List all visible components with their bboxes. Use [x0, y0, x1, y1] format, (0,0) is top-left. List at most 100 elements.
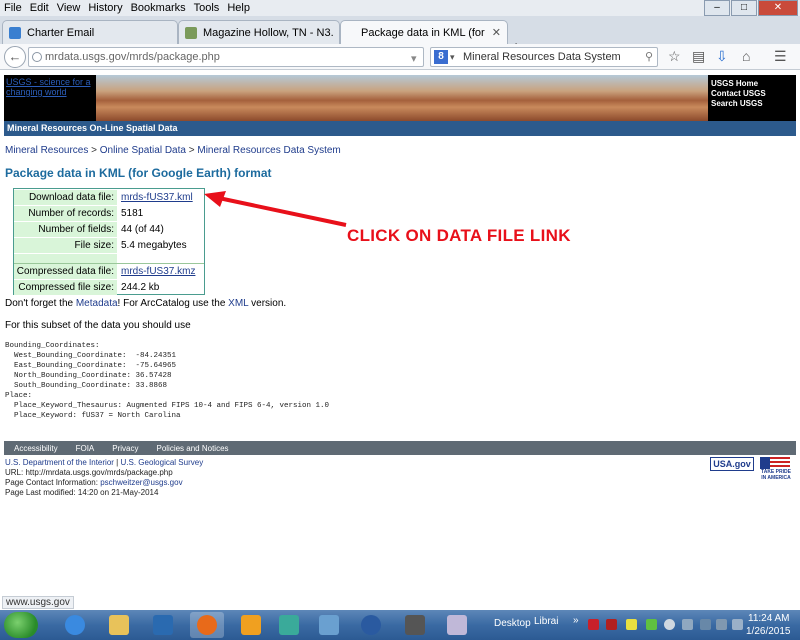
app-tray-icon[interactable] [646, 619, 657, 630]
footer-foia-link[interactable]: FOIA [76, 444, 95, 453]
back-arrow-icon[interactable]: ← [4, 46, 26, 68]
antivirus-tray-icon[interactable] [606, 619, 617, 630]
footer-policies-link[interactable]: Policies and Notices [156, 444, 228, 453]
footer-privacy-link[interactable]: Privacy [112, 444, 138, 453]
dropdown-arrow-icon[interactable]: ▾ [411, 50, 417, 68]
start-button-icon[interactable] [4, 612, 38, 638]
toolbar-chevron-icon[interactable]: » [573, 615, 579, 626]
window-controls: – □ ✕ [704, 0, 798, 16]
display-tray-icon[interactable] [700, 619, 711, 630]
callout-arrow [204, 191, 347, 227]
tab-charter-email[interactable]: Charter Email [2, 20, 178, 44]
contact-email-link[interactable]: pschweitzer@usgs.gov [100, 478, 182, 487]
footer-contact-line: Page Contact Information: pschweitzer@us… [5, 478, 203, 488]
update-tray-icon[interactable] [664, 619, 675, 630]
search-text: Mineral Resources Data System [463, 51, 621, 63]
network-tray-icon[interactable] [626, 619, 637, 630]
compressed-label: Compressed data file: [14, 264, 117, 279]
take-pride-text: TAKE PRIDE IN AMERICA [761, 469, 791, 481]
camera-glyph-icon [405, 615, 425, 635]
usagov-logo[interactable]: USA.gov [710, 457, 754, 471]
doi-link[interactable]: U.S. Department of the Interior [5, 458, 114, 467]
download-icon[interactable]: ⇩ [716, 48, 728, 65]
shield-tray-icon[interactable] [588, 619, 599, 630]
menu-bookmarks[interactable]: Bookmarks [127, 2, 190, 14]
navigation-bar: ← mrdata.usgs.gov/mrds/package.php ▾ ↻ 8… [0, 44, 800, 70]
outlook-taskbar-icon[interactable] [234, 612, 268, 638]
footer-separator: | [116, 458, 119, 467]
media-player-taskbar-icon[interactable] [146, 612, 180, 638]
minimize-icon[interactable]: – [704, 0, 730, 16]
ie-taskbar-icon[interactable] [58, 612, 92, 638]
menu-hamburger-icon[interactable]: ☰ [774, 48, 787, 65]
footer-accessibility-link[interactable]: Accessibility [14, 444, 58, 453]
fields-value: 44 (of 44) [121, 224, 164, 235]
google-earth-taskbar-icon[interactable] [354, 612, 388, 638]
mail-favicon-icon [9, 26, 21, 39]
outlook-glyph-icon [241, 615, 261, 635]
breadcrumb-mrds[interactable]: Mineral Resources Data System [197, 145, 340, 156]
close-icon[interactable]: ✕ [758, 0, 798, 16]
folder-glyph-icon [109, 615, 129, 635]
paint-taskbar-icon[interactable] [440, 612, 474, 638]
contact-usgs-link[interactable]: Contact USGS [711, 89, 793, 99]
usgs-link[interactable]: U.S. Geological Survey [120, 458, 203, 467]
camera-taskbar-icon[interactable] [398, 612, 432, 638]
magnifier-icon[interactable]: ⚲ [645, 48, 653, 66]
spacer-row [14, 254, 204, 263]
explorer-taskbar-icon[interactable] [102, 612, 136, 638]
xml-link[interactable]: XML [228, 298, 248, 309]
signal-tray-icon[interactable] [716, 619, 727, 630]
bookmark-star-icon[interactable]: ☆ [668, 48, 681, 65]
usgs-logo-area: USGS - science for a changing world [4, 75, 96, 121]
firefox-glyph-icon [197, 615, 217, 635]
menu-file[interactable]: File [0, 2, 26, 14]
menu-tools[interactable]: Tools [190, 2, 224, 14]
footer-url-label: URL: [5, 468, 24, 477]
tab-magazine-hollow[interactable]: Magazine Hollow, TN - N3... [178, 20, 340, 44]
download-file-link[interactable]: mrds-fUS37.kml [121, 190, 193, 205]
map-favicon-icon [185, 26, 197, 39]
google-icon[interactable]: 8 [434, 50, 448, 64]
menu-help[interactable]: Help [223, 2, 254, 14]
footer-modified-line: Page Last modified: 14:20 on 21-May-2014 [5, 488, 159, 497]
volume-tray-icon[interactable] [732, 619, 743, 630]
firefox-taskbar-icon[interactable] [190, 612, 224, 638]
libraries-toolbar-label[interactable]: Librai [534, 616, 558, 627]
tab-close-icon[interactable]: ✕ [492, 26, 501, 39]
metadata-pre-text: Don't forget the [5, 298, 74, 309]
take-pride-logo[interactable]: TAKE PRIDE IN AMERICA [760, 457, 792, 483]
photos-taskbar-icon[interactable] [312, 612, 346, 638]
us-flag-icon [760, 457, 790, 469]
clock-time[interactable]: 11:24 AM [748, 613, 790, 624]
menu-history[interactable]: History [84, 2, 126, 14]
usgs-home-logo-link[interactable]: USGS - science for a changing world [6, 77, 94, 97]
records-value: 5181 [121, 208, 144, 219]
footer-url-line: URL: http://mrdata.usgs.gov/mrds/package… [5, 468, 203, 478]
breadcrumb-mineral-resources[interactable]: Mineral Resources [5, 145, 88, 156]
menu-view[interactable]: View [53, 2, 85, 14]
breadcrumb: Mineral Resources > Online Spatial Data … [5, 145, 341, 156]
desktop-toolbar-label[interactable]: Desktop [494, 618, 531, 629]
tab-package-data[interactable]: Package data in KML (for ... ✕ [340, 20, 508, 44]
bookmarks-list-icon[interactable]: ▤ [692, 48, 705, 65]
maximize-icon[interactable]: □ [731, 0, 757, 16]
metadata-link[interactable]: Metadata [76, 298, 118, 309]
compressed-file-link[interactable]: mrds-fUS37.kmz [121, 264, 195, 279]
url-bar[interactable]: mrdata.usgs.gov/mrds/package.php ▾ ↻ [28, 47, 449, 68]
tab-bar: Charter Email Magazine Hollow, TN - N3..… [0, 16, 800, 54]
flag-tray-icon[interactable] [682, 619, 693, 630]
play-glyph-icon [153, 615, 173, 635]
banner-links: USGS Home Contact USGS Search USGS [708, 75, 796, 121]
search-usgs-link[interactable]: Search USGS [711, 99, 793, 109]
home-icon[interactable]: ⌂ [742, 48, 750, 64]
breadcrumb-online-spatial-data[interactable]: Online Spatial Data [100, 145, 186, 156]
size-label: File size: [14, 238, 117, 253]
search-engine-dropdown-icon[interactable]: ▾ [450, 48, 455, 66]
search-input[interactable]: 8 ▾ Mineral Resources Data System ⚲ [430, 47, 658, 67]
site-title-bar: Mineral Resources On-Line Spatial Data [4, 121, 796, 136]
app-taskbar-icon[interactable] [272, 612, 306, 638]
usgs-home-link[interactable]: USGS Home [711, 79, 793, 89]
menu-edit[interactable]: Edit [26, 2, 53, 14]
clock-date[interactable]: 1/26/2015 [746, 626, 791, 637]
